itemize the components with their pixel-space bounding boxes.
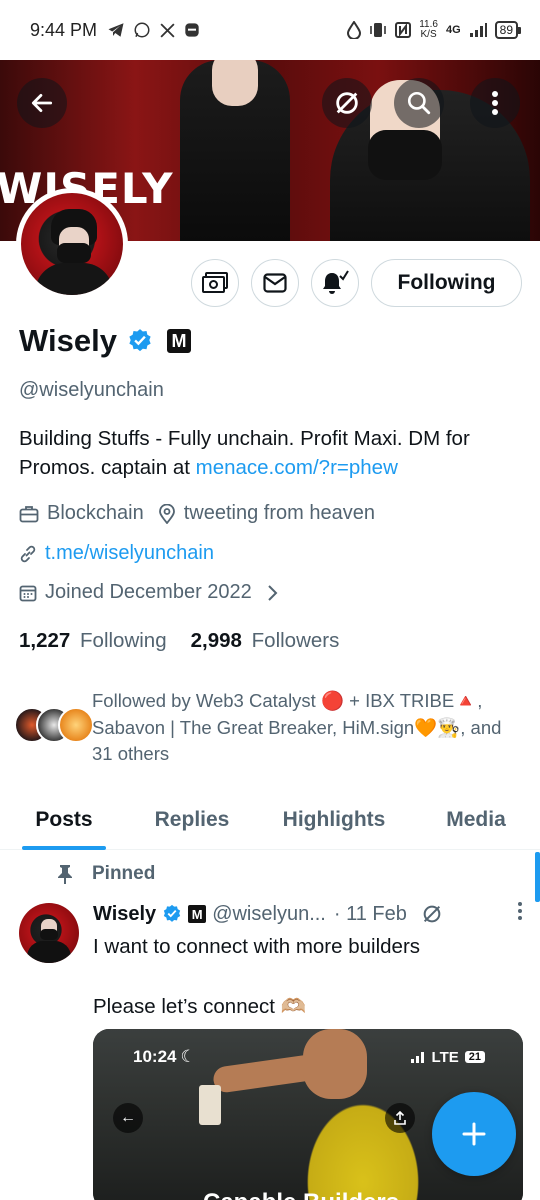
more-options-button[interactable]	[470, 78, 520, 128]
following-button[interactable]: Following	[371, 259, 522, 307]
media-status-bar: 10:24 ☾ LTE 21	[133, 1047, 485, 1067]
post-more-button[interactable]	[517, 901, 523, 927]
profile-name: Wisely	[19, 323, 117, 358]
drop-icon	[347, 21, 362, 39]
media-share-icon	[385, 1103, 415, 1133]
compose-post-button[interactable]	[432, 1092, 516, 1176]
verified-badge-icon[interactable]	[127, 328, 153, 354]
x-logo-icon	[160, 22, 175, 38]
profile-handle: @wiselyunchain	[19, 379, 164, 401]
battery-indicator: 89	[494, 21, 522, 39]
grok-icon	[423, 905, 441, 923]
post-date[interactable]: · 11 Feb	[334, 903, 407, 926]
system-icons: 11.6 K/S 4G 89	[347, 19, 522, 40]
follower-avatar	[58, 707, 94, 743]
pin-icon	[58, 865, 72, 884]
website-link[interactable]: t.me/wiselyunchain	[45, 542, 214, 565]
status-time: 9:44 PM	[30, 19, 98, 40]
banner-figure-left	[180, 60, 290, 241]
post-author-name[interactable]: Wisely	[93, 903, 156, 926]
calendar-icon	[19, 585, 37, 601]
media-caption: Capable Builders	[203, 1189, 399, 1200]
website-item[interactable]: t.me/wiselyunchain	[19, 542, 214, 565]
post-text: I want to connect with more builders Ple…	[93, 935, 421, 1018]
money-icon	[202, 272, 228, 293]
grok-post-button[interactable]	[421, 903, 443, 925]
back-button[interactable]	[17, 78, 67, 128]
profile-name-row: Wisely M	[19, 323, 191, 359]
followed-by-text[interactable]: Followed by Web3 Catalyst 🔴 + IBX TRIBE🔺…	[92, 688, 522, 768]
grok-button[interactable]	[322, 78, 372, 128]
grok-icon	[336, 92, 358, 114]
link-icon	[20, 545, 36, 562]
profile-avatar[interactable]	[16, 188, 128, 300]
briefcase-icon	[19, 505, 39, 522]
followed-by-avatars[interactable]	[14, 707, 94, 745]
tab-replies[interactable]: Replies	[128, 790, 256, 850]
nfc-icon	[395, 22, 412, 38]
affiliate-badge[interactable]: M	[166, 329, 191, 353]
search-button[interactable]	[394, 78, 444, 128]
signal-icon	[410, 1052, 424, 1063]
plus-icon	[462, 1122, 486, 1146]
network-type: 4G	[445, 24, 461, 36]
verified-badge-icon	[164, 904, 181, 922]
message-button[interactable]	[251, 259, 299, 307]
profile-meta-row-3[interactable]: Joined December 2022	[19, 581, 278, 604]
bell-check-icon	[323, 270, 349, 294]
app-icon	[185, 23, 199, 37]
profile-tabs: Posts Replies Highlights Media	[0, 790, 540, 850]
profile-meta-row-1: Blockchain tweeting from heaven	[19, 502, 389, 525]
profile-bio: Building Stuffs - Fully unchain. Profit …	[19, 427, 470, 479]
profile-meta-row-2: t.me/wiselyunchain	[19, 542, 228, 565]
chevron-right-icon[interactable]	[266, 584, 278, 602]
following-stat[interactable]: 1,227 Following	[19, 629, 167, 653]
vibrate-icon	[370, 23, 387, 37]
telegram-icon	[108, 23, 124, 37]
status-bar: 9:44 PM 11.6 K/S 4G 89	[0, 0, 540, 60]
pinned-indicator: Pinned	[56, 863, 155, 885]
notifications-button[interactable]	[311, 259, 359, 307]
net-speed: 11.6 K/S	[419, 19, 438, 40]
affiliate-badge: M	[188, 905, 207, 923]
tab-media[interactable]: Media	[412, 790, 540, 850]
category-item: Blockchain	[19, 502, 144, 525]
arrow-left-icon	[31, 94, 53, 112]
follow-stats: 1,227 Following 2,998 Followers	[19, 629, 339, 653]
mail-icon	[263, 273, 287, 293]
more-vertical-icon	[492, 91, 498, 115]
tab-highlights[interactable]: Highlights	[256, 790, 412, 850]
joined-item: Joined December 2022	[19, 581, 252, 604]
post-author-handle[interactable]: @wiselyun...	[212, 903, 326, 926]
signal-icon	[469, 23, 487, 37]
subscribe-button[interactable]	[191, 259, 239, 307]
tab-posts[interactable]: Posts	[0, 790, 128, 850]
location-item: tweeting from heaven	[158, 502, 375, 525]
location-pin-icon	[158, 503, 175, 524]
search-icon	[407, 91, 431, 115]
bio-link[interactable]: menace.com/?r=phew	[196, 456, 398, 479]
followers-stat[interactable]: 2,998 Followers	[191, 629, 340, 653]
media-back-icon: ←	[113, 1103, 143, 1133]
post-header: Wisely M @wiselyun... · 11 Feb	[93, 901, 523, 927]
post-author-avatar[interactable]	[19, 903, 79, 963]
scrollbar[interactable]	[535, 852, 540, 902]
moon-icon: ☾	[180, 1047, 196, 1066]
whatsapp-icon	[134, 22, 150, 38]
more-vertical-icon	[518, 902, 522, 920]
notification-icons	[107, 21, 200, 39]
